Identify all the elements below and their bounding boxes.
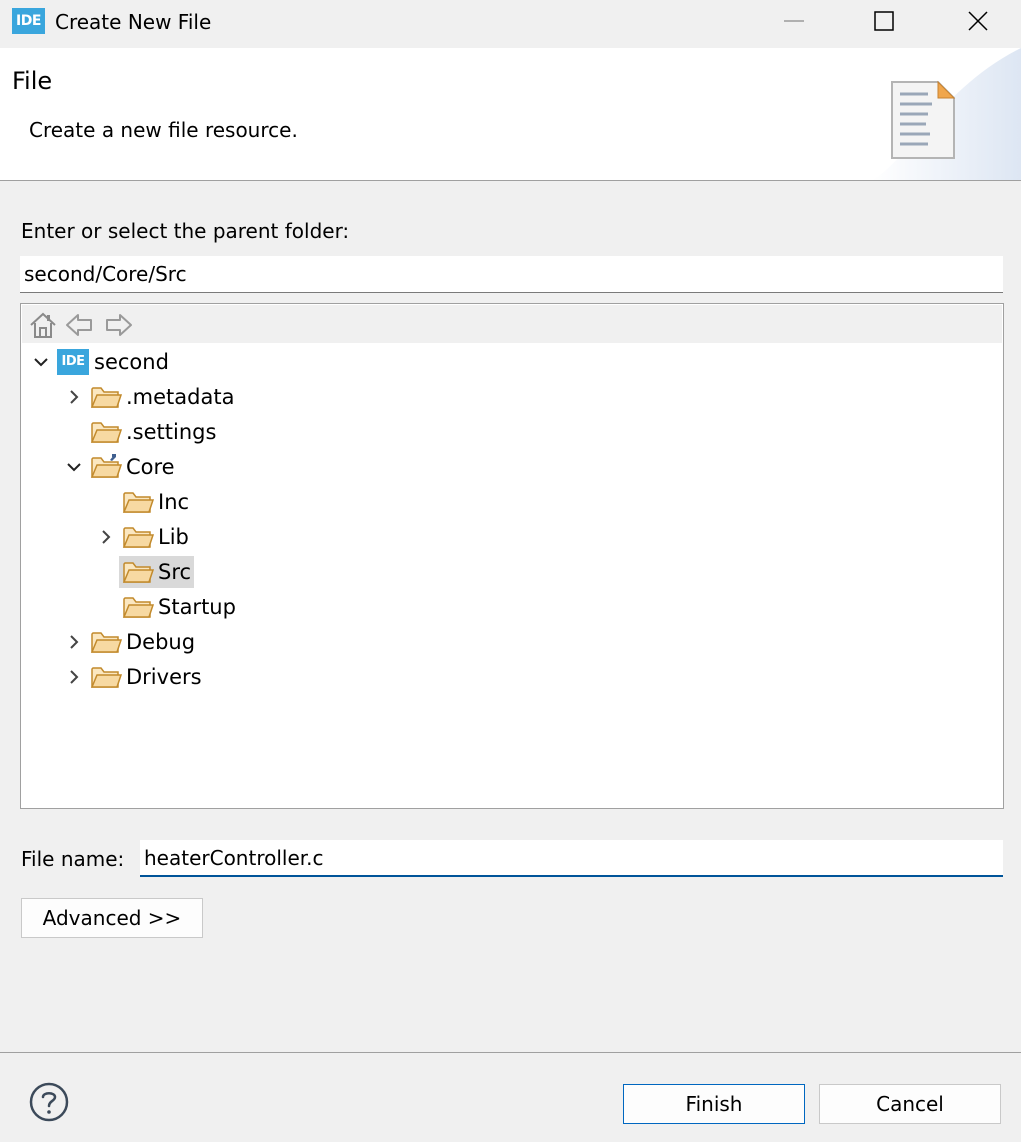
help-icon[interactable] [29,1082,69,1122]
tree-item-drivers[interactable]: Drivers [21,661,1001,693]
tree-item-label: Inc [158,490,190,514]
folder-icon [122,492,154,513]
tree-item-label: Src [158,560,192,584]
maximize-button[interactable] [861,0,907,42]
chevron-down-icon[interactable] [33,354,49,370]
chevron-right-icon[interactable] [98,529,114,545]
tree-item-label: Startup [158,595,236,619]
window-title: Create New File [55,10,212,34]
parent-folder-label: Enter or select the parent folder: [21,219,350,243]
tree-item-metadata[interactable]: .metadata [21,381,1001,413]
tree-item-label: Core [126,455,175,479]
home-icon[interactable] [28,310,58,340]
folder-icon [90,667,122,688]
banner-description: Create a new file resource. [29,118,298,142]
tree-item-label: .settings [126,420,217,444]
finish-button[interactable]: Finish [623,1084,805,1124]
folder-icon [122,597,154,618]
chevron-down-icon[interactable] [66,459,82,475]
folder-icon [90,422,122,443]
chevron-right-icon[interactable] [66,669,82,685]
tree-item-label: Debug [126,630,196,654]
cancel-button[interactable]: Cancel [819,1084,1001,1124]
chevron-right-icon[interactable] [66,634,82,650]
tree-item-label: Drivers [126,665,202,689]
file-name-label: File name: [21,847,125,871]
back-arrow-icon[interactable] [64,310,94,340]
minimize-icon [784,20,804,22]
tree-item-label: Lib [158,525,189,549]
folder-icon [122,562,154,583]
tree-item-inc[interactable]: Inc [21,486,1001,518]
tree-item-core[interactable]: Core [21,451,1001,483]
document-icon [891,80,956,159]
tree-item-lib[interactable]: Lib [21,521,1001,553]
tree-item-second[interactable]: IDE second [21,346,1001,378]
tree-item-label: .metadata [126,385,235,409]
ide-app-icon: IDE [12,8,45,34]
tree-item-debug[interactable]: Debug [21,626,1001,658]
wizard-banner: File Create a new file resource. [0,48,1021,181]
forward-arrow-icon[interactable] [104,310,134,340]
close-icon [968,11,988,31]
file-name-input[interactable] [140,840,1003,877]
tree-toolbar [22,305,1002,343]
banner-title: File [12,67,53,95]
tree-item-startup[interactable]: Startup [21,591,1001,623]
source-folder-icon [90,454,122,478]
folder-icon [90,387,122,408]
folder-icon [90,632,122,653]
footer-separator [0,1052,1021,1053]
folder-icon [122,527,154,548]
tree-item-label: second [94,350,169,374]
advanced-button[interactable]: Advanced >> [21,898,203,938]
title-bar: IDE Create New File [0,0,1021,48]
maximize-icon [874,11,894,31]
folder-tree[interactable]: IDE second .metadata .settings Core Inc … [20,303,1004,809]
chevron-right-icon[interactable] [66,389,82,405]
tree-item-settings[interactable]: .settings [21,416,1001,448]
tree-item-src[interactable]: Src [21,556,1001,588]
ide-project-icon: IDE [57,349,89,375]
close-button[interactable] [955,0,1001,42]
parent-folder-input[interactable] [20,256,1003,293]
minimize-button[interactable] [771,0,817,42]
